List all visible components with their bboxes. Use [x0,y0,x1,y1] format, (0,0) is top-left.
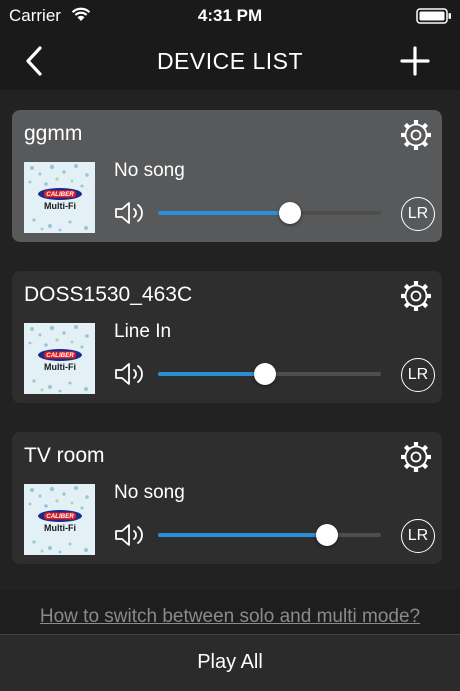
plus-icon[interactable] [398,44,432,78]
play-all-button[interactable]: Play All [0,634,460,691]
device-name: ggmm [24,122,83,145]
gear-icon[interactable] [399,279,433,313]
device-card[interactable]: ggmm CALIBER Multi-Fi No song LR [12,110,442,242]
volume-fill [158,372,266,376]
lr-channel-icon[interactable]: LR [401,519,435,553]
volume-slider[interactable] [158,360,381,388]
song-title: Line In [114,321,172,342]
svg-text:Multi-Fi: Multi-Fi [44,201,76,211]
song-title: No song [114,160,185,181]
svg-text:Multi-Fi: Multi-Fi [44,523,76,533]
volume-slider[interactable] [158,521,381,549]
album-art-thumbnail: CALIBER Multi-Fi [24,323,95,394]
speaker-icon[interactable] [114,361,148,387]
svg-text:CALIBER: CALIBER [46,352,74,359]
volume-knob[interactable] [278,202,301,224]
battery-icon [416,8,451,24]
device-list: ggmm CALIBER Multi-Fi No song LR DOSS1530_463… [0,90,460,590]
album-art-thumbnail: CALIBER Multi-Fi [24,484,95,555]
svg-text:CALIBER: CALIBER [46,513,74,520]
help-link[interactable]: How to switch between solo and multi mod… [0,606,460,628]
lr-channel-icon[interactable]: LR [401,358,435,392]
device-name: DOSS1530_463C [24,283,193,306]
volume-knob[interactable] [254,363,277,385]
status-time: 4:31 PM [197,6,263,25]
speaker-icon[interactable] [114,200,148,226]
device-card[interactable]: TV room CALIBER Multi-Fi No song LR [12,432,442,564]
gear-icon[interactable] [399,440,433,474]
volume-fill [158,533,328,537]
status-bar: Carrier 4:31 PM [0,0,460,30]
device-card[interactable]: DOSS1530_463C CALIBER Multi-Fi Line In LR [12,271,442,403]
volume-knob[interactable] [316,524,339,546]
page-title: DEVICE LIST [156,48,304,74]
song-title: No song [114,482,185,503]
album-art-thumbnail: CALIBER Multi-Fi [24,162,95,233]
volume-slider[interactable] [158,199,381,227]
volume-fill [158,211,290,215]
navigation-bar: DEVICE LIST [0,30,460,90]
svg-text:Multi-Fi: Multi-Fi [44,362,76,372]
lr-channel-icon[interactable]: LR [401,197,435,231]
gear-icon[interactable] [399,118,433,152]
speaker-icon[interactable] [114,522,148,548]
device-name: TV room [24,444,105,467]
svg-text:CALIBER: CALIBER [46,191,74,198]
